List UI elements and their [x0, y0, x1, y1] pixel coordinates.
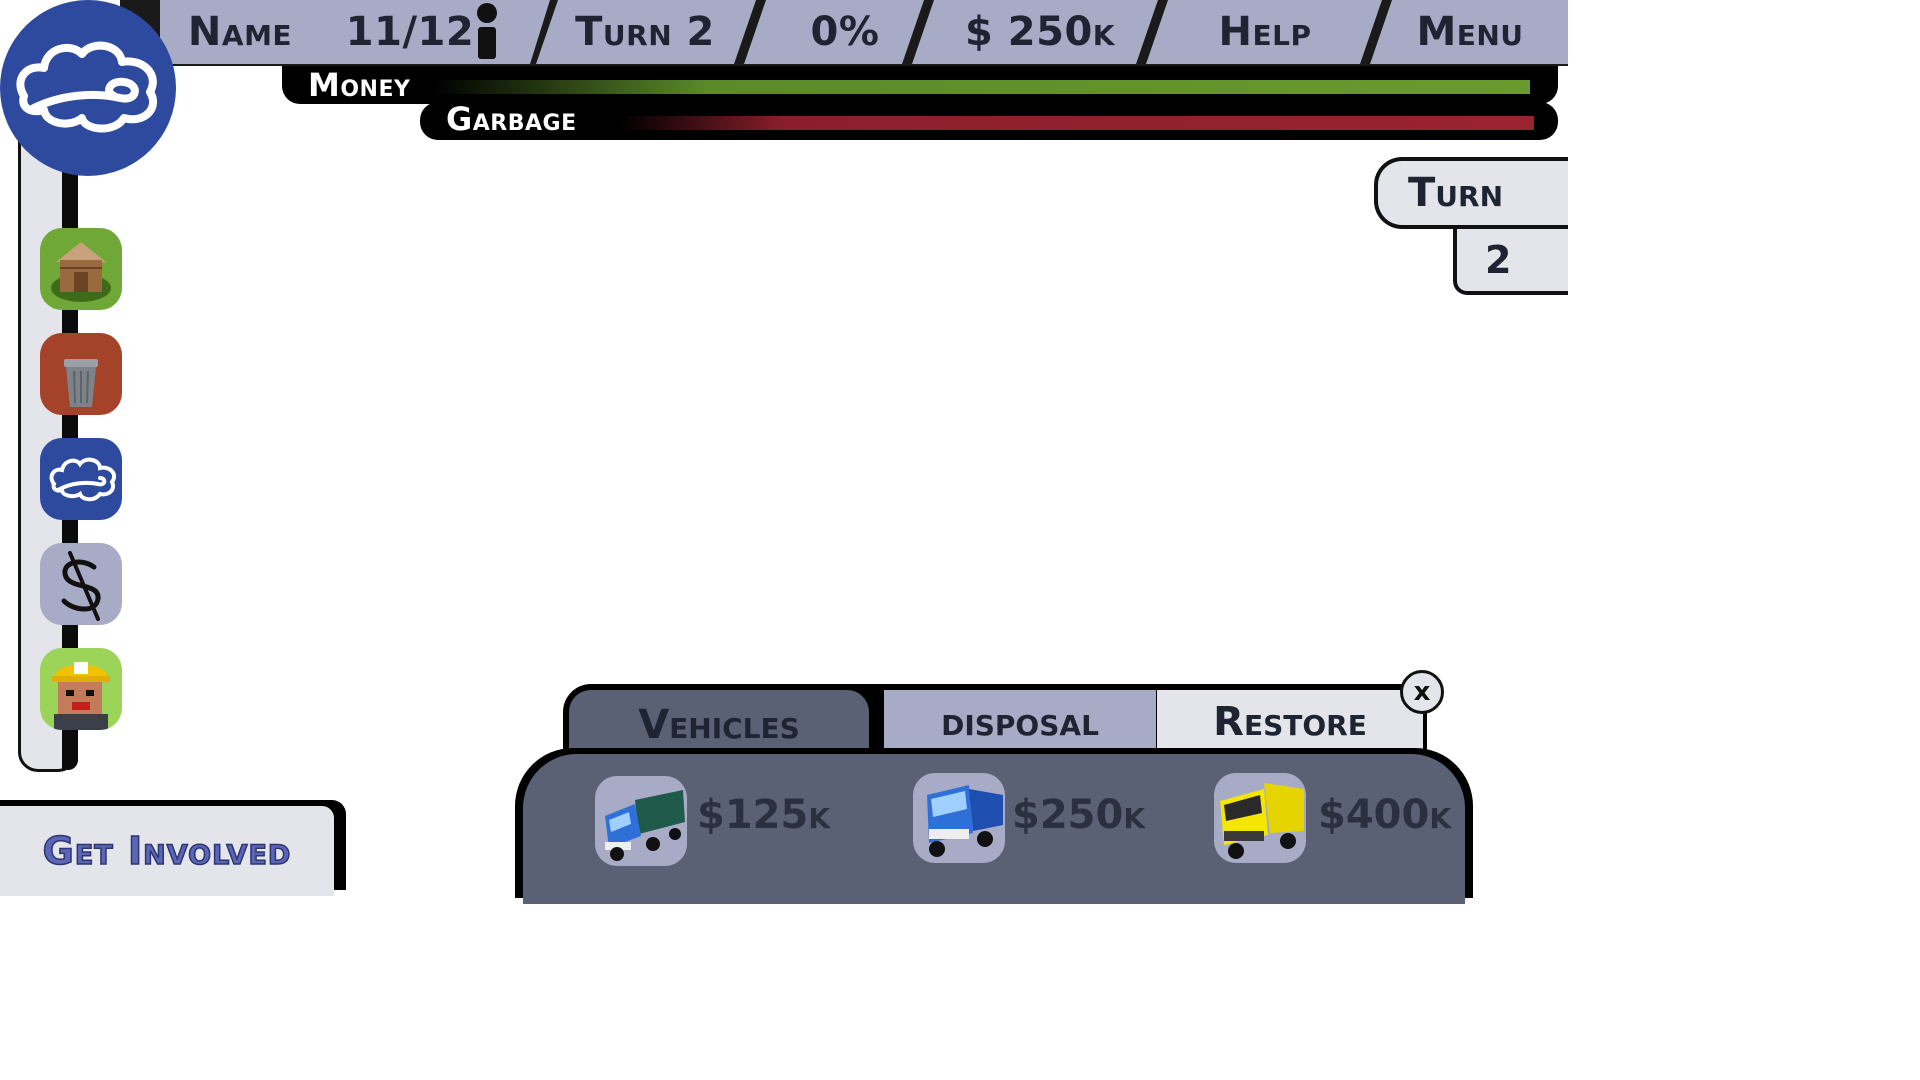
- percent-indicator: 0%: [810, 9, 880, 55]
- cloud-logo-icon: [16, 41, 157, 133]
- turn-value: 2: [1485, 238, 1512, 282]
- get-involved-button[interactable]: Get Involved: [0, 806, 334, 896]
- population-count: 11/12: [345, 9, 475, 55]
- turn-indicator: Turn 2: [575, 9, 715, 55]
- vehicle-item-3[interactable]: [1214, 773, 1306, 863]
- get-involved-label: Get Involved: [42, 828, 292, 874]
- garbage-bar-label: Garbage: [446, 100, 577, 138]
- sidebar-item-worker[interactable]: [40, 648, 122, 730]
- tab-restore-label: Restore: [1213, 699, 1367, 745]
- vehicle-price-1: $125k: [697, 792, 831, 838]
- money-bar-label: Money: [308, 66, 411, 104]
- tab-vehicles-label: Vehicles: [638, 702, 800, 748]
- vehicle-price-3: $400k: [1318, 792, 1452, 838]
- money-bar-fill: [432, 80, 1530, 94]
- vehicle-item-1[interactable]: [595, 776, 687, 866]
- yellow-truck-icon: [1220, 783, 1304, 859]
- turn-panel: Turn: [1374, 157, 1568, 229]
- sidebar-item-house[interactable]: [40, 228, 122, 310]
- green-truck-icon: [605, 790, 685, 861]
- garbage-bar: [420, 102, 1558, 140]
- top-bar: Name 11/12 Turn 2 0% $ 250k Help Menu: [120, 0, 1568, 66]
- cloud-logo[interactable]: [0, 0, 176, 176]
- money-bar: [282, 66, 1558, 104]
- vehicle-item-2[interactable]: [913, 773, 1005, 863]
- menu-button[interactable]: Menu: [1382, 0, 1558, 64]
- tab-restore[interactable]: Restore: [1157, 690, 1423, 754]
- dollar-icon: [61, 551, 101, 621]
- tab-disposal[interactable]: disposal: [884, 690, 1156, 754]
- blue-truck-icon: [927, 785, 1003, 857]
- sidebar-item-cloud[interactable]: [40, 438, 122, 520]
- turn-value-box: 2: [1453, 229, 1568, 295]
- info-icon[interactable]: [472, 0, 502, 64]
- player-name-label[interactable]: Name: [170, 0, 310, 64]
- cloud-logo-icon: [49, 457, 117, 502]
- close-button[interactable]: x: [1400, 670, 1444, 714]
- sidebar-item-trash[interactable]: [40, 333, 122, 415]
- worker-avatar-icon: [52, 662, 110, 730]
- turn-panel-label: Turn: [1408, 170, 1504, 216]
- help-button[interactable]: Help: [1170, 0, 1360, 64]
- close-icon: x: [1413, 677, 1431, 707]
- trash-can-icon: [64, 359, 98, 407]
- vehicle-price-2: $250k: [1012, 792, 1146, 838]
- garbage-bar-fill: [620, 116, 1534, 130]
- sidebar-item-finance[interactable]: [40, 543, 122, 625]
- tab-disposal-label: disposal: [941, 699, 1099, 745]
- money-indicator: $ 250k: [965, 9, 1115, 55]
- house-icon: [51, 242, 111, 302]
